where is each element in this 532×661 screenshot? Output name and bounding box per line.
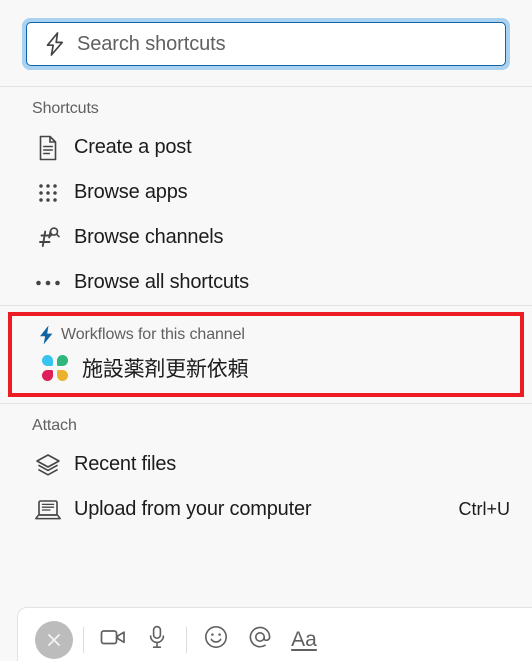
toolbar-separator-1 — [83, 626, 84, 653]
layers-icon — [30, 451, 66, 479]
menu-item-recent-files[interactable]: Recent files — [0, 442, 532, 487]
composer-toolbar: Aa — [17, 607, 532, 661]
document-icon — [30, 134, 66, 162]
menu-item-label: Recent files — [74, 453, 177, 475]
emoji-icon — [204, 625, 228, 654]
ellipsis-icon — [30, 269, 66, 297]
microphone-button[interactable] — [135, 618, 179, 661]
close-icon — [35, 620, 73, 659]
composer-toolbar-area: Aa — [0, 599, 532, 661]
search-container: Search shortcuts — [0, 0, 532, 86]
keyboard-shortcut-label: Ctrl+U — [458, 499, 510, 519]
toolbar-separator-2 — [186, 626, 187, 653]
workflow-item-label: 施設薬剤更新依頼 — [82, 358, 249, 381]
menu-item-upload-from-computer[interactable]: Upload from your computer Ctrl+U — [0, 487, 532, 532]
laptop-icon — [30, 496, 66, 524]
menu-item-browse-all-shortcuts[interactable]: Browse all shortcuts — [0, 260, 532, 305]
menu-item-label: Create a post — [74, 136, 192, 158]
formatting-button[interactable]: Aa — [282, 618, 326, 661]
hash-search-icon — [30, 224, 66, 252]
lightning-bolt-filled-icon — [38, 325, 54, 345]
workflow-section-header-label: Workflows for this channel — [61, 326, 245, 343]
workflow-section-header: Workflows for this channel — [12, 316, 520, 349]
attach-section: Attach Recent files Upload from your com… — [0, 404, 532, 532]
search-placeholder-text: Search shortcuts — [77, 32, 226, 55]
shortcuts-section: Shortcuts Create a post Browse apps Brow… — [0, 87, 532, 305]
search-focus-ring: Search shortcuts — [22, 18, 510, 70]
mention-button[interactable] — [238, 618, 282, 661]
workflow-item-shisetsu-yakuzai[interactable]: 施設薬剤更新依頼 — [12, 349, 520, 393]
menu-item-label: Browse all shortcuts — [74, 271, 249, 293]
formatting-icon: Aa — [291, 628, 317, 651]
search-input[interactable]: Search shortcuts — [26, 22, 506, 66]
menu-item-browse-apps[interactable]: Browse apps — [0, 170, 532, 215]
menu-item-label: Upload from your computer — [74, 498, 312, 520]
emoji-button[interactable] — [194, 618, 238, 661]
close-button[interactable] — [32, 618, 76, 661]
menu-item-browse-channels[interactable]: Browse channels — [0, 215, 532, 260]
menu-item-create-a-post[interactable]: Create a post — [0, 125, 532, 170]
shortcuts-section-header: Shortcuts — [32, 100, 99, 117]
video-button[interactable] — [91, 618, 135, 661]
workflow-app-icon — [38, 355, 72, 381]
attach-section-header: Attach — [32, 417, 77, 434]
divider-shortcuts-workflows — [0, 305, 532, 306]
microphone-icon — [147, 625, 167, 654]
workflow-section-highlight: Workflows for this channel 施設薬剤更新依頼 — [8, 312, 524, 397]
menu-item-label: Browse channels — [74, 226, 224, 248]
mention-icon — [248, 625, 272, 654]
video-icon — [100, 627, 126, 652]
grid-dots-icon — [30, 179, 66, 207]
lightning-bolt-icon — [43, 31, 67, 57]
menu-item-label: Browse apps — [74, 181, 188, 203]
